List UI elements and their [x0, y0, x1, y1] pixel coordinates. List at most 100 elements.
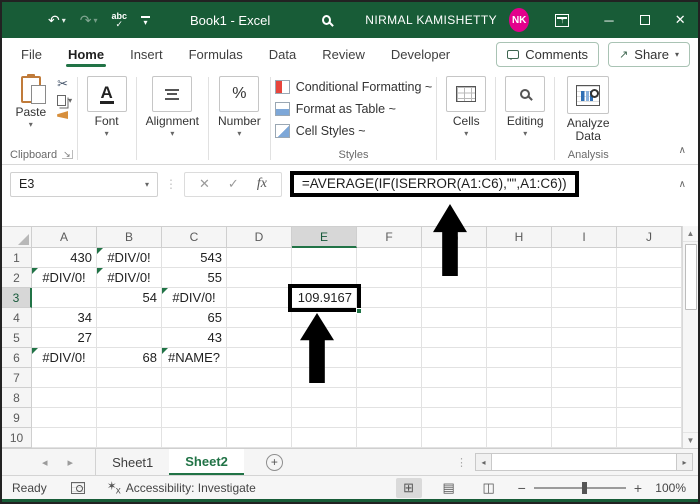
ribbon-display-options-button[interactable]: ↑	[555, 13, 570, 27]
cell-H2[interactable]	[487, 268, 552, 288]
cell-J9[interactable]	[617, 408, 682, 428]
cell-B1[interactable]: #DIV/0!	[97, 248, 162, 268]
cell-F7[interactable]	[357, 368, 422, 388]
cell-H1[interactable]	[487, 248, 552, 268]
cell-B5[interactable]	[97, 328, 162, 348]
cell-C1[interactable]: 543	[162, 248, 227, 268]
cell-B9[interactable]	[97, 408, 162, 428]
scroll-right-icon[interactable]: ▸	[676, 453, 693, 471]
cell-E3[interactable]: 109.9167	[288, 284, 362, 314]
maximize-button[interactable]	[627, 13, 663, 28]
row-header-3[interactable]: 3	[2, 288, 32, 308]
cell-F10[interactable]	[357, 428, 422, 448]
cell-B2[interactable]: #DIV/0!	[97, 268, 162, 288]
select-all-button[interactable]	[2, 226, 32, 248]
cell-G9[interactable]	[422, 408, 487, 428]
cell-B6[interactable]: 68	[97, 348, 162, 368]
cell-I6[interactable]	[552, 348, 617, 368]
expand-formula-bar-icon[interactable]: ∧	[679, 179, 690, 190]
zoom-level[interactable]: 100%	[650, 481, 686, 495]
scrollbar-track[interactable]	[492, 453, 676, 471]
cell-A9[interactable]	[32, 408, 97, 428]
column-header-H[interactable]: H	[487, 226, 552, 248]
row-header-9[interactable]: 9	[2, 408, 32, 428]
cell-D10[interactable]	[227, 428, 292, 448]
cell-C3[interactable]: #DIV/0!	[162, 288, 227, 308]
cell-I2[interactable]	[552, 268, 617, 288]
cell-A10[interactable]	[32, 428, 97, 448]
cell-E10[interactable]	[292, 428, 357, 448]
row-header-8[interactable]: 8	[2, 388, 32, 408]
close-button[interactable]: ✕	[662, 12, 698, 28]
chevron-down-icon[interactable]: ▾	[145, 180, 157, 189]
sheet-tab-sheet1[interactable]: Sheet1	[96, 449, 169, 475]
cell-I3[interactable]	[552, 288, 617, 308]
cell-J6[interactable]	[617, 348, 682, 368]
cell-I5[interactable]	[552, 328, 617, 348]
cell-C7[interactable]	[162, 368, 227, 388]
column-header-D[interactable]: D	[227, 226, 292, 248]
tab-data[interactable]: Data	[256, 40, 309, 68]
cell-D4[interactable]	[227, 308, 292, 328]
tab-file[interactable]: File	[8, 40, 55, 68]
minimize-button[interactable]: ─	[591, 13, 627, 28]
insert-function-icon[interactable]: fx	[257, 176, 267, 192]
paste-button[interactable]: Paste ▾	[10, 74, 51, 145]
accessibility-status[interactable]: Accessibility: Investigate	[126, 481, 256, 495]
cell-F1[interactable]	[357, 248, 422, 268]
cell-I8[interactable]	[552, 388, 617, 408]
cell-C2[interactable]: 55	[162, 268, 227, 288]
format-as-table-button[interactable]: Format as Table ~	[274, 99, 433, 119]
cell-F4[interactable]	[357, 308, 422, 328]
column-header-J[interactable]: J	[617, 226, 682, 248]
cell-B10[interactable]	[97, 428, 162, 448]
splitter-dots-icon[interactable]: ⋮	[456, 456, 467, 469]
tab-review[interactable]: Review	[309, 40, 378, 68]
cell-G7[interactable]	[422, 368, 487, 388]
font-menu-button[interactable]: A Font ▾	[82, 75, 132, 164]
cell-A5[interactable]: 27	[32, 328, 97, 348]
spellcheck-button[interactable]: abc ✓	[112, 12, 128, 29]
row-header-4[interactable]: 4	[2, 308, 32, 328]
cell-E1[interactable]	[292, 248, 357, 268]
dialog-launcher-icon[interactable]: ↘	[62, 150, 73, 159]
cell-H4[interactable]	[487, 308, 552, 328]
row-header-10[interactable]: 10	[2, 428, 32, 448]
sheet-tab-sheet2[interactable]: Sheet2	[169, 449, 244, 475]
tab-developer[interactable]: Developer	[378, 40, 463, 68]
cell-G8[interactable]	[422, 388, 487, 408]
cell-A6[interactable]: #DIV/0!	[32, 348, 97, 368]
cell-E2[interactable]	[292, 268, 357, 288]
cell-J2[interactable]	[617, 268, 682, 288]
cell-I9[interactable]	[552, 408, 617, 428]
cell-H5[interactable]	[487, 328, 552, 348]
column-header-E[interactable]: E	[292, 226, 357, 248]
cell-J3[interactable]	[617, 288, 682, 308]
cell-D5[interactable]	[227, 328, 292, 348]
cancel-icon[interactable]: ✕	[199, 176, 210, 192]
cell-J8[interactable]	[617, 388, 682, 408]
row-header-6[interactable]: 6	[2, 348, 32, 368]
cell-D9[interactable]	[227, 408, 292, 428]
chevron-down-icon[interactable]: ▾	[62, 16, 66, 25]
formula-input[interactable]: =AVERAGE(IF(ISERROR(A1:C6),"",A1:C6))	[289, 171, 579, 197]
scroll-down-icon[interactable]: ▼	[683, 432, 698, 448]
name-box[interactable]: E3 ▾	[10, 171, 158, 197]
column-header-F[interactable]: F	[357, 226, 422, 248]
drag-handle-icon[interactable]: ⋮	[165, 177, 177, 191]
column-header-A[interactable]: A	[32, 226, 97, 248]
account-name[interactable]: NIRMAL KAMISHETTY	[365, 13, 497, 27]
cell-G5[interactable]	[422, 328, 487, 348]
cell-E9[interactable]	[292, 408, 357, 428]
conditional-formatting-button[interactable]: Conditional Formatting ~	[274, 77, 432, 97]
redo-button[interactable]: ↷ ▾	[80, 12, 98, 29]
cell-A3[interactable]	[32, 288, 97, 308]
cell-A2[interactable]: #DIV/0!	[32, 268, 97, 288]
horizontal-scrollbar[interactable]: ◂ ▸	[475, 453, 693, 471]
undo-button[interactable]: ↶ ▾	[48, 12, 66, 29]
cell-styles-button[interactable]: Cell Styles ~	[274, 121, 433, 141]
cell-B7[interactable]	[97, 368, 162, 388]
scrollbar-thumb[interactable]	[684, 244, 697, 310]
cell-H10[interactable]	[487, 428, 552, 448]
cell-I10[interactable]	[552, 428, 617, 448]
